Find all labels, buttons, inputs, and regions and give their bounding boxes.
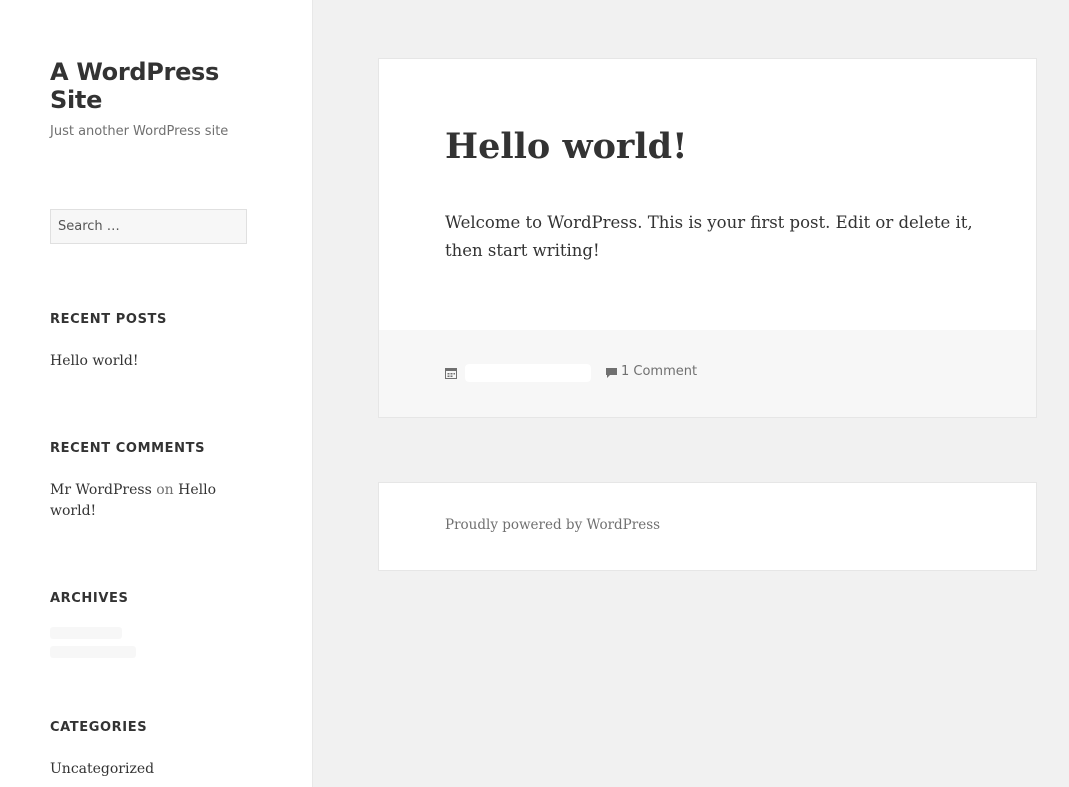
post-article: Hello world! Welcome to WordPress. This … bbox=[378, 58, 1037, 418]
recent-posts-heading: RECENT POSTS bbox=[50, 312, 167, 327]
recent-post-link[interactable]: Hello world! bbox=[50, 351, 260, 372]
search-placeholder: Search … bbox=[58, 219, 120, 234]
site-footer: Proudly powered by WordPress bbox=[378, 482, 1037, 571]
categories-heading: CATEGORIES bbox=[50, 720, 148, 735]
site-description: Just another WordPress site bbox=[50, 124, 229, 139]
recent-comments-heading: RECENT COMMENTS bbox=[50, 441, 206, 456]
category-link[interactable]: Uncategorized bbox=[50, 759, 260, 780]
comments-link[interactable]: 1 Comment bbox=[621, 364, 697, 379]
powered-by-link[interactable]: Proudly powered by WordPress bbox=[445, 517, 660, 533]
comment-author-link[interactable]: Mr WordPress bbox=[50, 482, 152, 498]
site-title[interactable]: A WordPress Site bbox=[50, 58, 250, 114]
comment-connector: on bbox=[156, 482, 174, 498]
post-title[interactable]: Hello world! bbox=[445, 125, 688, 169]
archives-heading: ARCHIVES bbox=[50, 591, 129, 606]
sidebar: A WordPress Site Just another WordPress … bbox=[0, 0, 313, 787]
search-input[interactable]: Search … bbox=[50, 209, 247, 244]
post-meta: 1 Comment bbox=[379, 330, 1036, 417]
archive-link-redacted[interactable] bbox=[50, 646, 136, 658]
calendar-icon bbox=[445, 368, 457, 379]
recent-comment-item: Mr WordPress on Hello world! bbox=[50, 480, 260, 522]
post-content: Welcome to WordPress. This is your first… bbox=[445, 213, 973, 260]
archive-link-redacted[interactable] bbox=[50, 627, 122, 639]
post-date-redacted[interactable] bbox=[465, 364, 591, 382]
comment-bubble-icon bbox=[606, 368, 617, 378]
